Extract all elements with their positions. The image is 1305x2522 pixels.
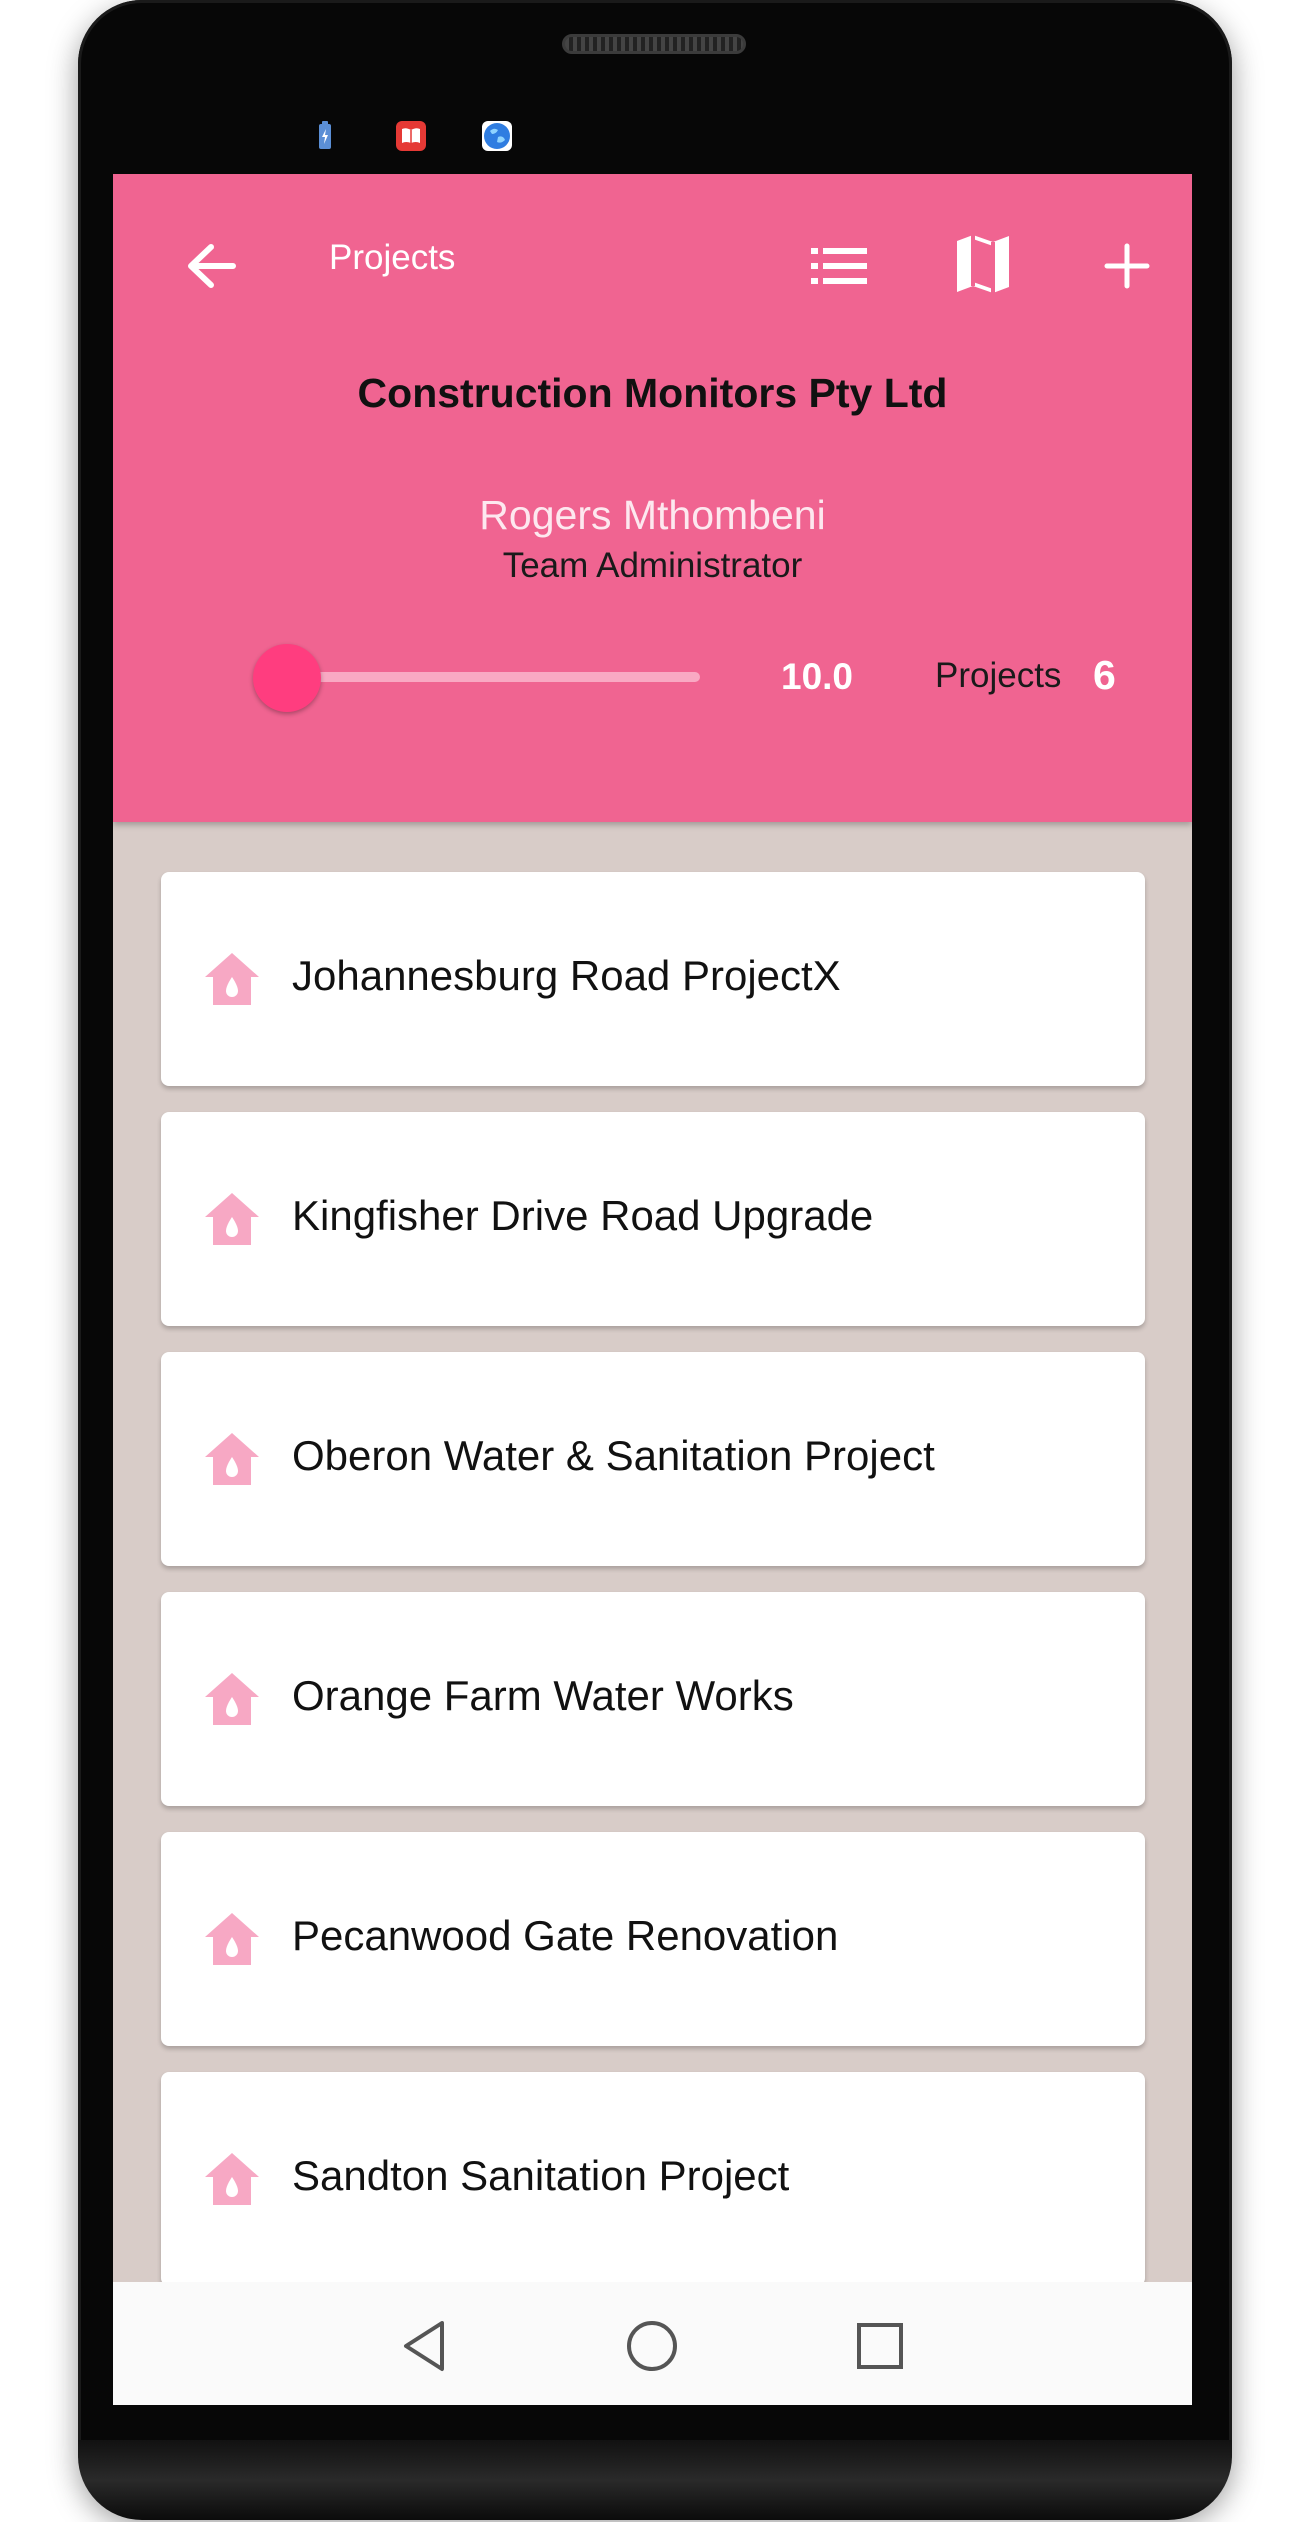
projects-count-label: Projects — [935, 656, 1062, 695]
project-card[interactable]: Pecanwood Gate Renovation — [161, 1832, 1145, 2046]
toolbar-title: Projects — [329, 238, 456, 277]
map-icon — [957, 235, 1009, 293]
project-name: Kingfisher Drive Road Upgrade — [292, 1192, 874, 1239]
arrow-left-icon — [188, 244, 236, 288]
user-name: Rogers Mthombeni — [479, 492, 826, 538]
globe-icon — [482, 121, 512, 151]
phone-bottom-edge — [78, 2440, 1232, 2520]
android-nav-bar — [113, 2282, 1192, 2405]
list-icon — [811, 248, 867, 284]
phone-speaker — [562, 34, 746, 54]
user-role: Team Administrator — [502, 546, 803, 585]
header-panel: Projects Construction Monitors Pty Ltd R… — [113, 174, 1192, 822]
project-list: Johannesburg Road ProjectX Kingfisher Dri… — [161, 872, 1145, 2312]
home-icon — [205, 1193, 259, 1245]
status-bar — [310, 118, 512, 154]
triangle-back-icon — [404, 2321, 444, 2371]
project-card[interactable]: Johannesburg Road ProjectX — [161, 872, 1145, 1086]
project-card[interactable]: Orange Farm Water Works — [161, 1592, 1145, 1806]
project-name: Johannesburg Road ProjectX — [292, 952, 841, 999]
radius-slider-thumb[interactable] — [253, 644, 321, 712]
project-name: Oberon Water & Sanitation Project — [292, 1432, 935, 1479]
plus-icon — [1104, 243, 1150, 289]
project-card[interactable]: Oberon Water & Sanitation Project — [161, 1352, 1145, 1566]
company-name: Construction Monitors Pty Ltd — [357, 370, 948, 416]
project-card[interactable]: Kingfisher Drive Road Upgrade — [161, 1112, 1145, 1326]
square-recents-icon — [857, 2323, 903, 2369]
project-name: Pecanwood Gate Renovation — [292, 1912, 839, 1959]
nav-recents-button[interactable] — [852, 2318, 908, 2374]
project-card[interactable]: Sandton Sanitation Project — [161, 2072, 1145, 2286]
nav-home-button[interactable] — [624, 2318, 680, 2374]
list-view-button[interactable] — [799, 226, 879, 306]
app-screen: Projects Construction Monitors Pty Ltd R… — [113, 174, 1192, 2405]
radius-slider-track[interactable] — [263, 672, 700, 682]
project-name: Sandton Sanitation Project — [292, 2152, 790, 2199]
nav-back-button[interactable] — [396, 2318, 452, 2374]
home-icon — [205, 1673, 259, 1725]
home-icon — [205, 1433, 259, 1485]
home-icon — [205, 1913, 259, 1965]
book-icon — [396, 121, 426, 151]
map-view-button[interactable] — [943, 222, 1023, 306]
add-project-button[interactable] — [1087, 226, 1167, 306]
back-button[interactable] — [171, 226, 251, 306]
project-name: Orange Farm Water Works — [292, 1672, 794, 1719]
home-icon — [205, 2153, 259, 2205]
projects-count: 6 — [1093, 652, 1116, 698]
circle-home-icon — [627, 2321, 677, 2371]
slider-value: 10.0 — [781, 656, 854, 697]
battery-charging-icon — [310, 121, 340, 151]
home-icon — [205, 953, 259, 1005]
